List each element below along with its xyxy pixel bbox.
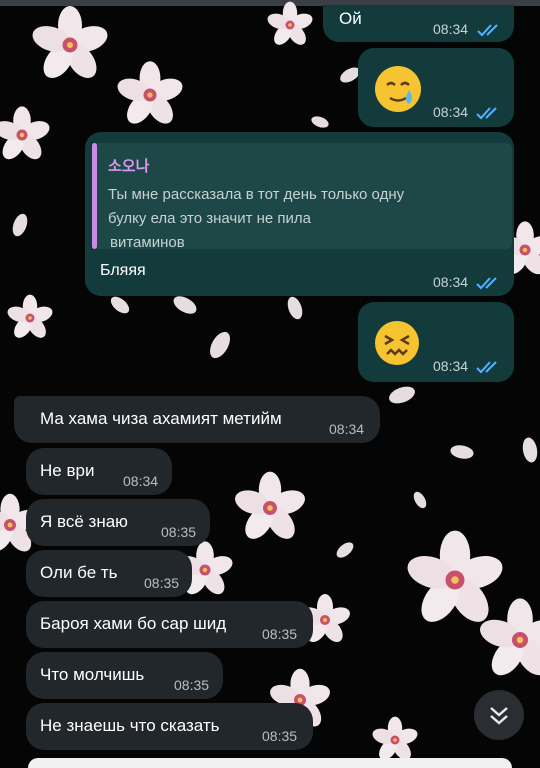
petal bbox=[411, 489, 429, 511]
outgoing-message[interactable]: Ой 08:34 bbox=[323, 5, 514, 42]
petal bbox=[170, 292, 200, 318]
message-time: 08:35 bbox=[144, 575, 180, 591]
blossom bbox=[114, 61, 186, 129]
incoming-message[interactable]: Не ври 08:34 bbox=[26, 448, 172, 495]
confounded-face-icon bbox=[375, 321, 419, 365]
message-text: Бляяя bbox=[100, 262, 146, 279]
quoted-line: витаминов bbox=[110, 234, 185, 251]
double-check-icon bbox=[476, 361, 497, 374]
incoming-message[interactable]: Бароя хами бо сар шид 08:35 bbox=[26, 601, 313, 648]
incoming-message[interactable]: Не знаешь что сказать 08:35 bbox=[26, 703, 313, 750]
blossom bbox=[29, 6, 111, 84]
petal bbox=[284, 294, 306, 322]
blossom bbox=[5, 294, 55, 342]
message-text: Не знаешь что сказать bbox=[40, 716, 220, 735]
quoted-line: Ты мне рассказала в тот день только одну bbox=[108, 186, 405, 203]
input-panel-edge bbox=[28, 758, 512, 768]
double-check-icon bbox=[476, 107, 497, 120]
message-text: Не ври bbox=[40, 461, 95, 480]
outgoing-message[interactable]: 08:34 bbox=[358, 302, 514, 382]
message-text: Оли бе ть bbox=[40, 563, 118, 582]
double-check-icon bbox=[477, 24, 498, 37]
petal bbox=[9, 211, 31, 239]
message-time: 08:34 bbox=[329, 421, 365, 437]
message-time: 08:35 bbox=[161, 524, 197, 540]
blossom bbox=[403, 530, 507, 629]
outgoing-reply-message[interactable]: 소오나 Ты мне рассказала в тот день только … bbox=[85, 132, 514, 296]
smiling-face-with-tear-icon bbox=[375, 66, 421, 112]
message-time: 08:34 bbox=[123, 473, 159, 489]
quoted-author: 소오나 bbox=[108, 158, 150, 175]
double-check-icon bbox=[476, 277, 497, 290]
outgoing-message[interactable]: 08:34 bbox=[358, 48, 514, 127]
chevron-double-down-icon bbox=[490, 707, 508, 725]
blossom bbox=[370, 716, 420, 764]
petal bbox=[520, 436, 540, 464]
petal bbox=[449, 443, 475, 461]
message-text: Я всё знаю bbox=[40, 512, 128, 531]
petal bbox=[205, 328, 235, 362]
message-time: 08:35 bbox=[174, 677, 210, 693]
message-time: 08:35 bbox=[262, 626, 298, 642]
scroll-to-bottom-button[interactable] bbox=[474, 690, 524, 740]
incoming-message[interactable]: Оли бе ть 08:35 bbox=[26, 550, 192, 597]
quoted-message[interactable]: 소오나 Ты мне рассказала в тот день только … bbox=[92, 143, 512, 251]
incoming-message[interactable]: Ма хама чиза ахамият метийм 08:34 bbox=[14, 396, 380, 443]
petal bbox=[309, 114, 331, 130]
blossom bbox=[0, 106, 52, 164]
blossom bbox=[265, 1, 315, 49]
blossom bbox=[231, 471, 309, 545]
message-time: 08:34 bbox=[433, 21, 469, 37]
message-time: 08:34 bbox=[433, 104, 469, 120]
message-text: Бароя хами бо сар шид bbox=[40, 614, 227, 633]
message-time: 08:35 bbox=[262, 728, 298, 744]
petal bbox=[386, 383, 418, 407]
message-text: Ма хама чиза ахамият метийм bbox=[40, 409, 282, 428]
message-time: 08:34 bbox=[433, 358, 469, 374]
message-time: 08:34 bbox=[433, 274, 469, 290]
message-text: Ой bbox=[339, 9, 362, 28]
quoted-text: Ты мне рассказала в тот день только одну… bbox=[108, 183, 488, 255]
quote-accent-bar bbox=[92, 143, 97, 249]
petal bbox=[107, 293, 133, 317]
quoted-line: булку ела это значит не пила bbox=[108, 210, 312, 227]
incoming-message[interactable]: Что молчишь 08:35 bbox=[26, 652, 223, 699]
incoming-message[interactable]: Я всё знаю 08:35 bbox=[26, 499, 210, 546]
petal bbox=[333, 539, 357, 561]
message-text: Что молчишь bbox=[40, 665, 145, 684]
